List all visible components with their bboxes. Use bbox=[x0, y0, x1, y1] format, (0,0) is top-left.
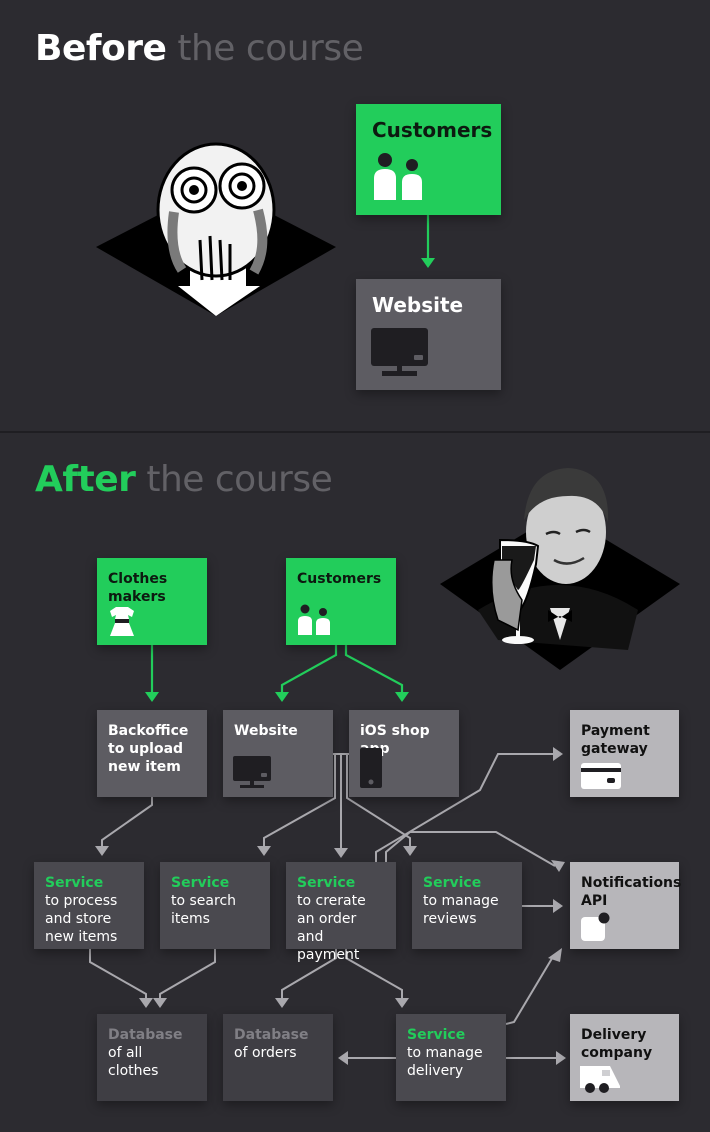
clothes-makers-node: Clothes makers bbox=[97, 558, 207, 645]
service-reviews-node: Service to manage reviews bbox=[412, 862, 522, 949]
node-label: Website bbox=[234, 723, 298, 739]
service-delivery-node: Service to manage delivery bbox=[396, 1014, 506, 1101]
phone-icon bbox=[360, 748, 382, 788]
before-customers-node: Customers bbox=[356, 104, 501, 215]
node-desc: of orders bbox=[234, 1045, 297, 1061]
dress-icon bbox=[110, 607, 134, 636]
service-order-node: Service to crerate an order and payment bbox=[286, 862, 396, 963]
website-node: Website bbox=[223, 710, 333, 797]
before-heading-weak: the course bbox=[177, 28, 364, 69]
node-kind: Service bbox=[407, 1027, 466, 1043]
node-label: Payment gateway bbox=[581, 723, 650, 757]
node-desc: to crerate an order and payment bbox=[297, 893, 366, 963]
notification-icon bbox=[581, 912, 610, 941]
truck-icon bbox=[580, 1066, 620, 1093]
node-label: Website bbox=[372, 293, 464, 317]
node-kind: Database bbox=[108, 1027, 183, 1043]
node-label: Customers bbox=[372, 118, 493, 142]
after-heading-strong: After bbox=[35, 459, 136, 500]
monitor-icon bbox=[371, 328, 428, 376]
node-kind: Service bbox=[297, 875, 356, 891]
people-icon bbox=[374, 153, 422, 200]
man-with-glass-illustration bbox=[440, 468, 680, 670]
crying-face-illustration bbox=[96, 142, 336, 316]
node-label: Notifications API bbox=[581, 875, 682, 909]
service-process-node: Service to process and store new items bbox=[34, 862, 144, 949]
after-heading: After the course bbox=[35, 459, 333, 500]
database-orders-node: Database of orders bbox=[223, 1014, 333, 1101]
node-kind: Service bbox=[171, 875, 230, 891]
credit-card-icon bbox=[581, 763, 621, 789]
node-label: Delivery company bbox=[581, 1027, 653, 1061]
before-website-node: Website bbox=[356, 279, 501, 390]
node-kind: Service bbox=[45, 875, 104, 891]
payment-gateway-node: Payment gateway bbox=[570, 710, 679, 797]
delivery-company-node: Delivery company bbox=[570, 1014, 679, 1101]
before-heading-strong: Before bbox=[35, 28, 167, 69]
before-heading: Before the course bbox=[35, 28, 364, 69]
node-kind: Database bbox=[234, 1027, 309, 1043]
node-desc: of all clothes bbox=[108, 1045, 159, 1079]
backoffice-node: Backoffice to upload new item bbox=[97, 710, 207, 797]
node-desc: to manage reviews bbox=[423, 893, 499, 927]
node-label: Clothes makers bbox=[108, 571, 168, 605]
ios-shop-app-node: iOS shop app bbox=[349, 710, 459, 797]
node-label: Customers bbox=[297, 571, 382, 587]
service-search-node: Service to search items bbox=[160, 862, 270, 949]
database-clothes-node: Database of all clothes bbox=[97, 1014, 207, 1101]
notifications-api-node: Notifications API bbox=[570, 862, 682, 949]
monitor-icon bbox=[233, 756, 271, 788]
people-icon bbox=[298, 604, 330, 635]
after-heading-weak: the course bbox=[146, 459, 333, 500]
node-kind: Service bbox=[423, 875, 482, 891]
customers-node: Customers bbox=[286, 558, 396, 645]
node-desc: to manage delivery bbox=[407, 1045, 483, 1079]
node-label: Backoffice to upload new item bbox=[108, 723, 189, 775]
node-desc: to process and store new items bbox=[45, 893, 118, 945]
node-desc: to search items bbox=[171, 893, 237, 927]
